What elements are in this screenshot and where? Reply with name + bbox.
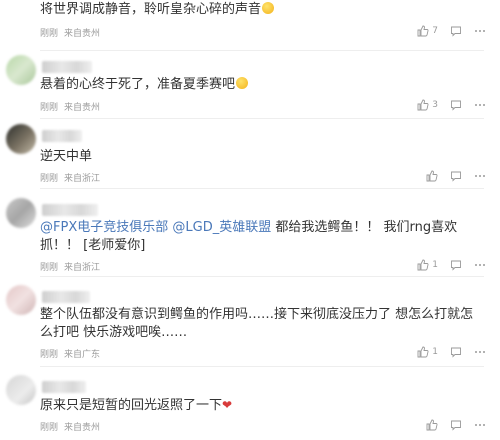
- comment-meta: 刚刚 来自浙江: [40, 260, 106, 273]
- comment-time: 刚刚: [40, 29, 59, 39]
- comment-item: @FPX电子竞技俱乐部 @LGD_英雄联盟 都给我选鳄鱼！！ 我们rng喜欢 抓…: [0, 198, 500, 273]
- like-count: 3: [432, 100, 438, 110]
- thumbs-up-icon: [426, 170, 438, 182]
- like-count: 1: [432, 260, 438, 270]
- divider: [40, 118, 484, 119]
- divider: [40, 276, 484, 277]
- comment-source: 来自广东: [64, 350, 101, 360]
- comment-item: 悬着的心终于死了，准备夏季赛吧 刚刚 来自贵州 3: [0, 55, 500, 117]
- comment-bubble-icon: [451, 347, 461, 358]
- comment-source: 来自浙江: [64, 174, 101, 184]
- reply-button[interactable]: [450, 25, 462, 37]
- thumbs-up-icon: [426, 419, 438, 431]
- comment-time: 刚刚: [40, 350, 59, 360]
- comment-time: 刚刚: [40, 423, 59, 433]
- reply-button[interactable]: [450, 346, 462, 358]
- divider: [40, 50, 484, 51]
- comment-meta: 刚刚 来自贵州: [40, 100, 106, 113]
- comment-time: 刚刚: [40, 174, 59, 184]
- comment-item: 原来只是短暂的回光返照了一下❤ 刚刚 来自贵州: [0, 375, 500, 440]
- username-blurred[interactable]: [42, 204, 98, 216]
- comment-text-line2: 抓！！ [老师爱你]: [40, 238, 146, 253]
- avatar[interactable]: [6, 124, 36, 154]
- more-button[interactable]: [474, 346, 486, 358]
- comment-text: 整个队伍都没有意识到鳄鱼的作用吗……接下来彻底没压力了 想怎么打就怎: [40, 307, 474, 322]
- comment-meta: 刚刚 来自广东: [40, 347, 106, 360]
- mention-link[interactable]: @LGD_英雄联盟: [172, 220, 271, 235]
- comment-item: 将世界调成静音，聆听皇杂心碎的声音 刚刚 来自贵州 7: [0, 0, 500, 48]
- avatar[interactable]: [6, 285, 36, 315]
- comment-text-line2: 么打吧 快乐游戏吧唉……: [40, 325, 188, 340]
- more-dots-icon: [475, 175, 485, 177]
- more-dots-icon: [475, 424, 485, 426]
- like-button[interactable]: 1: [417, 346, 438, 358]
- divider: [40, 366, 484, 367]
- thumbs-up-icon: [417, 25, 429, 37]
- like-button[interactable]: 1: [417, 259, 438, 271]
- comment-time: 刚刚: [40, 103, 59, 113]
- comment-bubble-icon: [451, 100, 461, 111]
- comment-item: 整个队伍都没有意识到鳄鱼的作用吗……接下来彻底没压力了 想怎么打就怎 么打吧 快…: [0, 285, 500, 363]
- comment-bubble-icon: [451, 171, 461, 182]
- comment-meta: 刚刚 来自贵州: [40, 420, 106, 433]
- thumbs-up-icon: [417, 259, 429, 271]
- more-button[interactable]: [474, 99, 486, 111]
- more-button[interactable]: [474, 25, 486, 37]
- mention-link[interactable]: @FPX电子竞技俱乐部: [40, 220, 168, 235]
- like-button[interactable]: [426, 419, 438, 431]
- comment-time: 刚刚: [40, 263, 59, 273]
- like-button[interactable]: 3: [417, 99, 438, 111]
- more-dots-icon: [475, 351, 485, 353]
- thumbs-up-icon: [417, 99, 429, 111]
- like-count: 7: [432, 26, 438, 36]
- like-count: 1: [432, 347, 438, 357]
- emoji-icon: [236, 77, 249, 89]
- more-button[interactable]: [474, 170, 486, 182]
- comment-bubble-icon: [451, 420, 461, 431]
- reply-button[interactable]: [450, 99, 462, 111]
- comment-source: 来自浙江: [64, 263, 101, 273]
- like-button[interactable]: [426, 170, 438, 182]
- comment-text: @FPX电子竞技俱乐部 @LGD_英雄联盟 都给我选鳄鱼！！ 我们rng喜欢: [40, 220, 458, 235]
- reply-button[interactable]: [450, 170, 462, 182]
- more-dots-icon: [475, 264, 485, 266]
- comment-item: 逆天中单 刚刚 来自浙江: [0, 124, 500, 184]
- comment-source: 来自贵州: [64, 29, 101, 39]
- comment-bubble-icon: [451, 260, 461, 271]
- username-blurred[interactable]: [42, 381, 86, 393]
- reply-button[interactable]: [450, 259, 462, 271]
- comment-meta: 刚刚 来自贵州: [40, 26, 106, 39]
- comment-text: 将世界调成静音，聆听皇杂心碎的声音: [40, 0, 275, 20]
- like-button[interactable]: 7: [417, 25, 438, 37]
- comment-text: 悬着的心终于死了，准备夏季赛吧: [40, 75, 249, 95]
- username-blurred[interactable]: [42, 130, 82, 142]
- more-button[interactable]: [474, 259, 486, 271]
- more-dots-icon: [475, 30, 485, 32]
- divider: [40, 188, 484, 189]
- thumbs-up-icon: [417, 346, 429, 358]
- comment-meta: 刚刚 来自浙江: [40, 171, 106, 184]
- comment-bubble-icon: [451, 26, 461, 37]
- more-button[interactable]: [474, 419, 486, 431]
- emoji-icon: [262, 2, 275, 14]
- avatar[interactable]: [6, 55, 36, 85]
- avatar[interactable]: [6, 375, 36, 405]
- comment-text: 逆天中单: [40, 149, 93, 164]
- broken-heart-icon: ❤: [222, 398, 233, 412]
- comment-source: 来自贵州: [64, 103, 101, 113]
- username-blurred[interactable]: [42, 291, 90, 303]
- comment-source: 来自贵州: [64, 423, 101, 433]
- avatar[interactable]: [6, 198, 36, 228]
- comment-text: 原来只是短暂的回光返照了一下❤: [40, 398, 233, 413]
- username-blurred[interactable]: [42, 61, 92, 73]
- more-dots-icon: [475, 104, 485, 106]
- reply-button[interactable]: [450, 419, 462, 431]
